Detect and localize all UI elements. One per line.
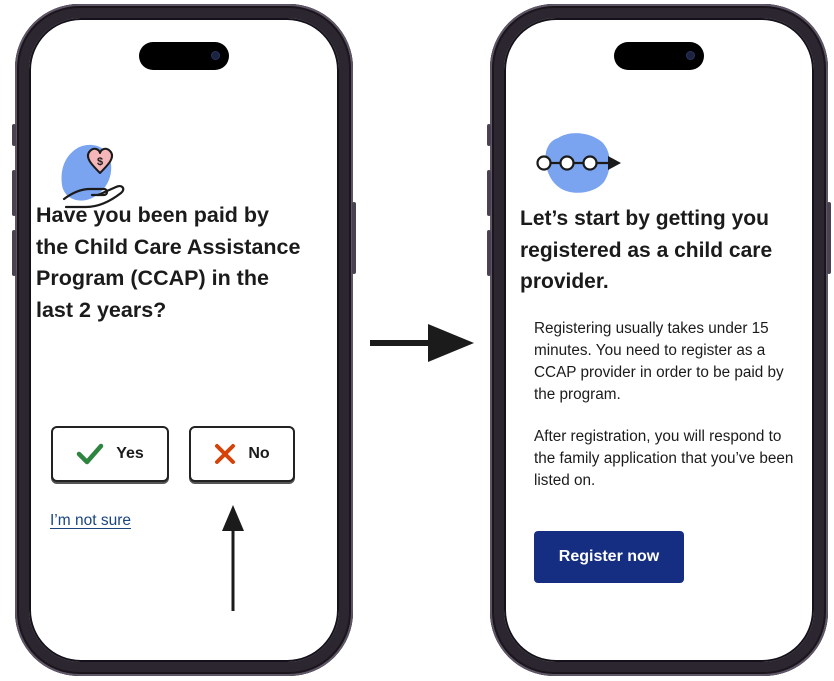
not-sure-link[interactable]: I’m not sure <box>50 512 131 530</box>
yes-button[interactable]: Yes <box>51 426 169 482</box>
no-button[interactable]: No <box>189 426 295 482</box>
svg-text:$: $ <box>97 156 103 168</box>
question-heading: Have you been paid by the Child Care Ass… <box>36 203 301 322</box>
yes-label: Yes <box>116 445 144 462</box>
x-icon <box>215 444 236 464</box>
phone-frame-left <box>12 4 356 676</box>
progress-steps-icon <box>536 133 621 193</box>
screen-left <box>29 18 339 662</box>
registration-description: Registering usually takes under 15 minut… <box>534 320 784 403</box>
after-registration-text: After registration, you will respond to … <box>534 428 794 489</box>
dynamic-island <box>614 42 704 70</box>
no-label: No <box>248 445 270 462</box>
checkmark-icon <box>76 443 104 465</box>
register-heading: Let’s start by getting you registered as… <box>520 207 773 293</box>
arrow-right-icon <box>370 324 474 362</box>
register-now-button[interactable]: Register now <box>534 531 684 583</box>
arrow-up-icon <box>222 505 244 611</box>
dynamic-island <box>139 42 229 70</box>
